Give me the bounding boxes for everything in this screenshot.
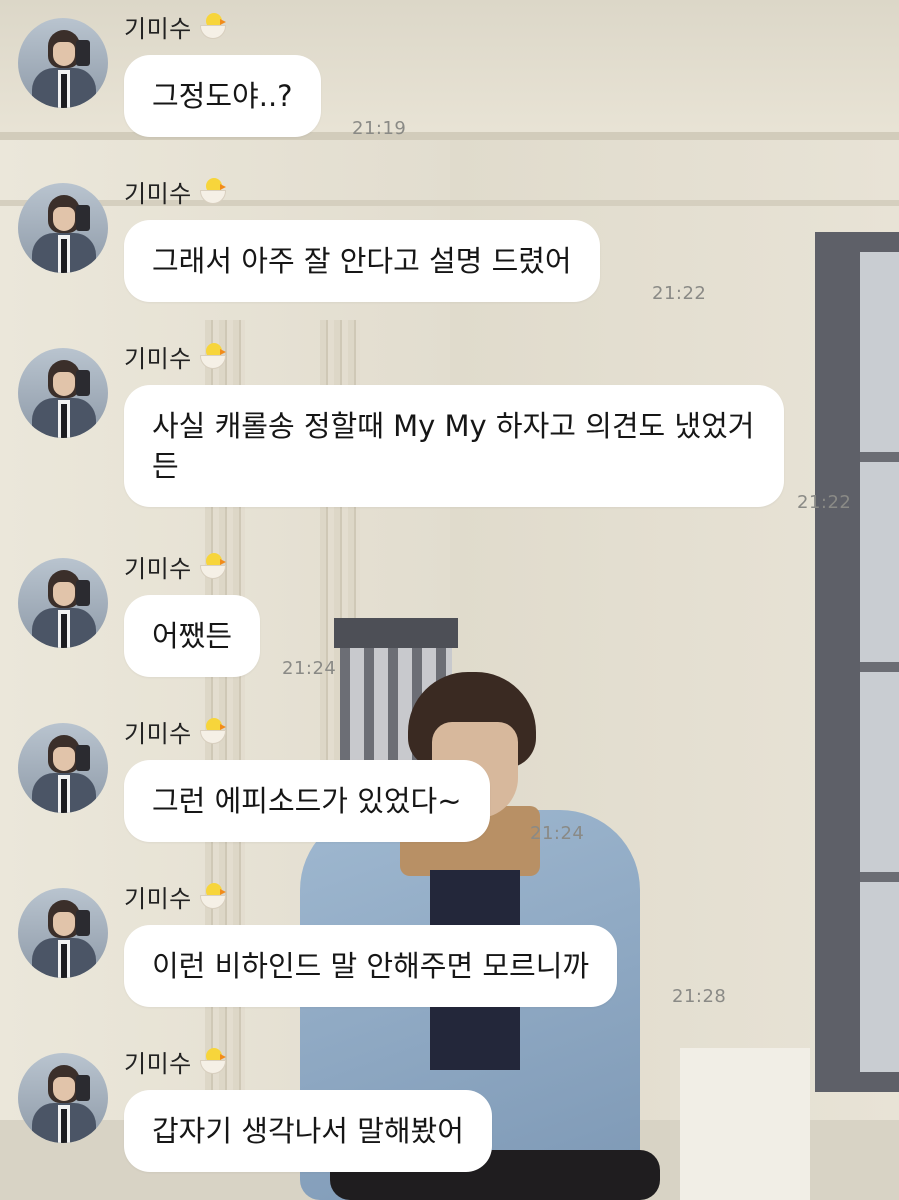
hatching-chick-icon <box>198 176 228 206</box>
sender-name: 기미수 <box>124 14 192 43</box>
message-bubble[interactable]: 사실 캐롤송 정할때 My My 하자고 의견도 냈었거든 <box>124 385 784 507</box>
sender-name-row: 기미수 <box>124 1043 228 1079</box>
sender-name: 기미수 <box>124 344 192 373</box>
message-time: 21:19 <box>352 118 407 139</box>
avatar[interactable] <box>18 348 108 438</box>
message-bubble[interactable]: 갑자기 생각나서 말해봤어 <box>124 1090 492 1172</box>
sender-name: 기미수 <box>124 719 192 748</box>
sender-name-row: 기미수 <box>124 713 228 749</box>
message-bubble[interactable]: 그런 에피소드가 있었다~ <box>124 760 490 842</box>
avatar[interactable] <box>18 558 108 648</box>
chat-message: 기미수 사실 캐롤송 정할때 My My 하자고 의견도 냈었거든 21:22 <box>0 330 899 530</box>
message-time: 21:24 <box>530 823 585 844</box>
hatching-chick-icon <box>198 551 228 581</box>
message-time: 21:28 <box>672 986 727 1007</box>
message-bubble[interactable]: 그래서 아주 잘 안다고 설명 드렸어 <box>124 220 600 302</box>
sender-name: 기미수 <box>124 884 192 913</box>
avatar[interactable] <box>18 888 108 978</box>
hatching-chick-icon <box>198 341 228 371</box>
message-time: 21:24 <box>282 658 337 679</box>
sender-name-row: 기미수 <box>124 173 228 209</box>
hatching-chick-icon <box>198 1046 228 1076</box>
avatar[interactable] <box>18 18 108 108</box>
chat-message: 기미수 어쨌든 21:24 <box>0 540 899 700</box>
avatar[interactable] <box>18 723 108 813</box>
message-bubble[interactable]: 이런 비하인드 말 안해주면 모르니까 <box>124 925 618 1007</box>
chat-message: 기미수 그런 에피소드가 있었다~ 21:24 <box>0 705 899 865</box>
message-time: 21:22 <box>797 492 852 513</box>
avatar[interactable] <box>18 183 108 273</box>
message-bubble[interactable]: 어쨌든 <box>124 595 261 677</box>
sender-name-row: 기미수 <box>124 878 228 914</box>
hatching-chick-icon <box>198 716 228 746</box>
sender-name: 기미수 <box>124 1049 192 1078</box>
message-time: 21:22 <box>652 283 707 304</box>
chat-message: 기미수 이런 비하인드 말 안해주면 모르니까 21:28 <box>0 870 899 1030</box>
hatching-chick-icon <box>198 881 228 911</box>
chat-thread[interactable]: 기미수 그정도야..? 21:19 기미수 그래서 아주 잘 안다고 설명 드렸… <box>0 0 899 1200</box>
sender-name-row: 기미수 <box>124 548 228 584</box>
chat-message: 기미수 갑자기 생각나서 말해봤어 <box>0 1035 899 1195</box>
hatching-chick-icon <box>198 11 228 41</box>
message-bubble[interactable]: 그정도야..? <box>124 55 321 137</box>
sender-name: 기미수 <box>124 554 192 583</box>
sender-name: 기미수 <box>124 179 192 208</box>
sender-name-row: 기미수 <box>124 338 228 374</box>
avatar[interactable] <box>18 1053 108 1143</box>
sender-name-row: 기미수 <box>124 8 228 44</box>
chat-message: 기미수 그래서 아주 잘 안다고 설명 드렸어 21:22 <box>0 165 899 325</box>
chat-message: 기미수 그정도야..? 21:19 <box>0 0 899 160</box>
